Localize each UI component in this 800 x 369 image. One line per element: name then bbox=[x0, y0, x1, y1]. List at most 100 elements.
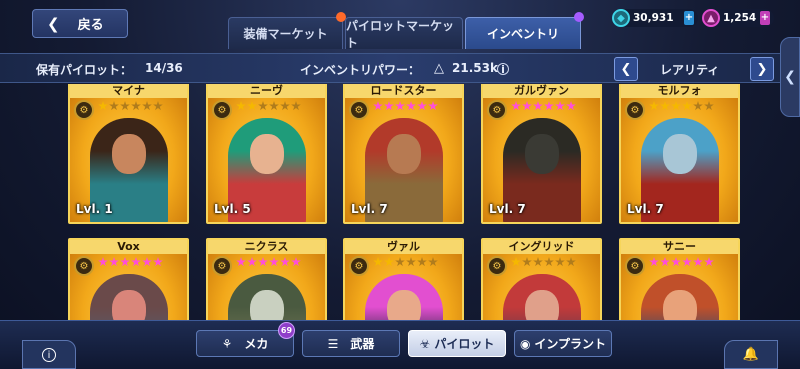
chevron-left-icon: ❮ bbox=[47, 14, 60, 33]
star-rating bbox=[373, 101, 438, 111]
info-button[interactable]: i bbox=[22, 340, 76, 369]
star-icon bbox=[544, 101, 554, 111]
pilot-card[interactable]: ニーヴ ⚙ Lvl. 5 bbox=[206, 84, 327, 224]
pilot-card[interactable]: マイナ ⚙ Lvl. 1 bbox=[68, 84, 189, 224]
pilot-card[interactable]: ガルヴァン ⚙ Lvl. 7 bbox=[481, 84, 602, 224]
star-icon bbox=[109, 101, 119, 111]
star-icon bbox=[555, 101, 565, 111]
star-icon bbox=[120, 257, 130, 267]
pilot-class-icon: ⚙ bbox=[625, 100, 645, 120]
add-currency-button[interactable]: + bbox=[684, 11, 694, 25]
pilot-level: Lvl. 5 bbox=[214, 202, 251, 216]
pilot-card[interactable]: モルフォ ⚙ Lvl. 7 bbox=[619, 84, 740, 224]
star-icon bbox=[544, 257, 554, 267]
star-icon bbox=[142, 101, 152, 111]
star-icon bbox=[98, 257, 108, 267]
power-icon: △ bbox=[434, 61, 444, 76]
pilot-class-icon: ⚙ bbox=[487, 100, 507, 120]
chevron-left-icon: ❮ bbox=[784, 69, 796, 85]
pilot-icon: ☣ bbox=[419, 336, 431, 351]
side-panel-handle[interactable]: ❮ bbox=[780, 37, 800, 117]
star-icon bbox=[109, 257, 119, 267]
tab-pilot-market[interactable]: パイロットマーケット bbox=[345, 17, 463, 50]
chevron-left-icon: ❮ bbox=[620, 61, 632, 77]
pilot-grid: マイナ ⚙ Lvl. 1 ニーヴ ⚙ Lvl. 5 ロードスター ⚙ Lvl. 7 ガルヴァン ⚙ L… bbox=[68, 84, 742, 320]
pilot-face bbox=[249, 290, 284, 320]
sort-prev-button[interactable]: ❮ bbox=[614, 57, 638, 81]
star-rating bbox=[511, 101, 576, 111]
star-icon bbox=[566, 257, 576, 267]
mech-count-badge: 69 bbox=[278, 322, 295, 339]
pilot-name: ヴァル bbox=[345, 240, 462, 254]
star-icon bbox=[406, 257, 416, 267]
tab-weapons[interactable]: ☰ 武器 bbox=[302, 330, 400, 357]
star-icon bbox=[533, 101, 543, 111]
star-icon bbox=[428, 101, 438, 111]
inventory-power-label: インベントリパワー： bbox=[300, 63, 421, 77]
star-icon bbox=[269, 257, 279, 267]
notification-icon: 🔔 bbox=[742, 347, 760, 362]
tab-label: メカ bbox=[244, 337, 269, 351]
pilot-level: Lvl. 1 bbox=[76, 202, 113, 216]
pilot-face bbox=[249, 134, 284, 174]
pilot-face bbox=[111, 134, 146, 174]
info-icon: i bbox=[42, 347, 56, 362]
notification-dot bbox=[574, 12, 584, 22]
tab-label: インベントリ bbox=[486, 27, 559, 41]
tab-implant[interactable]: ◉ インプラント bbox=[514, 330, 612, 357]
tab-label: 武器 bbox=[350, 337, 375, 351]
mech-icon: ⚘ bbox=[221, 336, 233, 351]
star-rating bbox=[511, 257, 576, 267]
pilot-level: Lvl. 7 bbox=[489, 202, 526, 216]
currency-value: 1,254 bbox=[723, 12, 757, 24]
pilot-card[interactable]: ロードスター ⚙ Lvl. 7 bbox=[343, 84, 464, 224]
notification-button[interactable]: 🔔 bbox=[724, 340, 778, 369]
pilot-card[interactable]: Vox ⚙ bbox=[68, 238, 189, 320]
pilot-name: モルフォ bbox=[621, 84, 738, 98]
star-icon bbox=[522, 257, 532, 267]
star-icon bbox=[649, 101, 659, 111]
pilot-name: マイナ bbox=[70, 84, 187, 98]
add-gem-button[interactable]: + bbox=[760, 11, 770, 25]
star-icon bbox=[417, 101, 427, 111]
tab-pilot[interactable]: ☣ パイロット bbox=[408, 330, 506, 357]
back-button[interactable]: ❮ 戻る bbox=[32, 9, 128, 38]
star-icon bbox=[258, 101, 268, 111]
tab-equipment-market[interactable]: 装備マーケット bbox=[228, 12, 346, 49]
star-icon bbox=[131, 257, 141, 267]
star-rating bbox=[373, 257, 438, 267]
pilot-level: Lvl. 7 bbox=[627, 202, 664, 216]
star-icon bbox=[533, 257, 543, 267]
tab-label: パイロット bbox=[434, 337, 495, 351]
owned-pilots-label: 保有パイロット： bbox=[36, 63, 133, 77]
pilot-card[interactable]: サニー ⚙ bbox=[619, 238, 740, 320]
pilot-face bbox=[386, 134, 421, 174]
tab-label: パイロットマーケット bbox=[346, 18, 455, 50]
star-icon bbox=[428, 257, 438, 267]
star-icon bbox=[258, 257, 268, 267]
star-icon bbox=[566, 101, 576, 111]
star-rating bbox=[236, 257, 301, 267]
star-icon bbox=[395, 257, 405, 267]
star-icon bbox=[236, 101, 246, 111]
pilot-name: ガルヴァン bbox=[483, 84, 600, 98]
star-icon bbox=[649, 257, 659, 267]
pilot-card[interactable]: イングリッド ⚙ bbox=[481, 238, 602, 320]
implant-icon: ◉ bbox=[519, 336, 531, 351]
currency-gem: ▲ 1,254 + bbox=[702, 9, 774, 27]
sort-label: レアリティ bbox=[660, 63, 720, 77]
pilot-card[interactable]: ヴァル ⚙ bbox=[343, 238, 464, 320]
pilot-face bbox=[662, 290, 697, 320]
pilot-class-icon: ⚙ bbox=[625, 256, 645, 276]
info-icon[interactable]: i bbox=[497, 63, 509, 75]
star-icon bbox=[704, 101, 714, 111]
tab-label: 装備マーケット bbox=[243, 27, 328, 41]
tab-inventory[interactable]: インベントリ bbox=[465, 12, 584, 49]
sort-next-button[interactable]: ❯ bbox=[750, 57, 774, 81]
weapon-icon: ☰ bbox=[327, 336, 339, 351]
star-icon bbox=[693, 257, 703, 267]
star-icon bbox=[247, 257, 257, 267]
gem-icon: ▲ bbox=[702, 9, 720, 27]
star-icon bbox=[384, 101, 394, 111]
pilot-card[interactable]: ニクラス ⚙ bbox=[206, 238, 327, 320]
